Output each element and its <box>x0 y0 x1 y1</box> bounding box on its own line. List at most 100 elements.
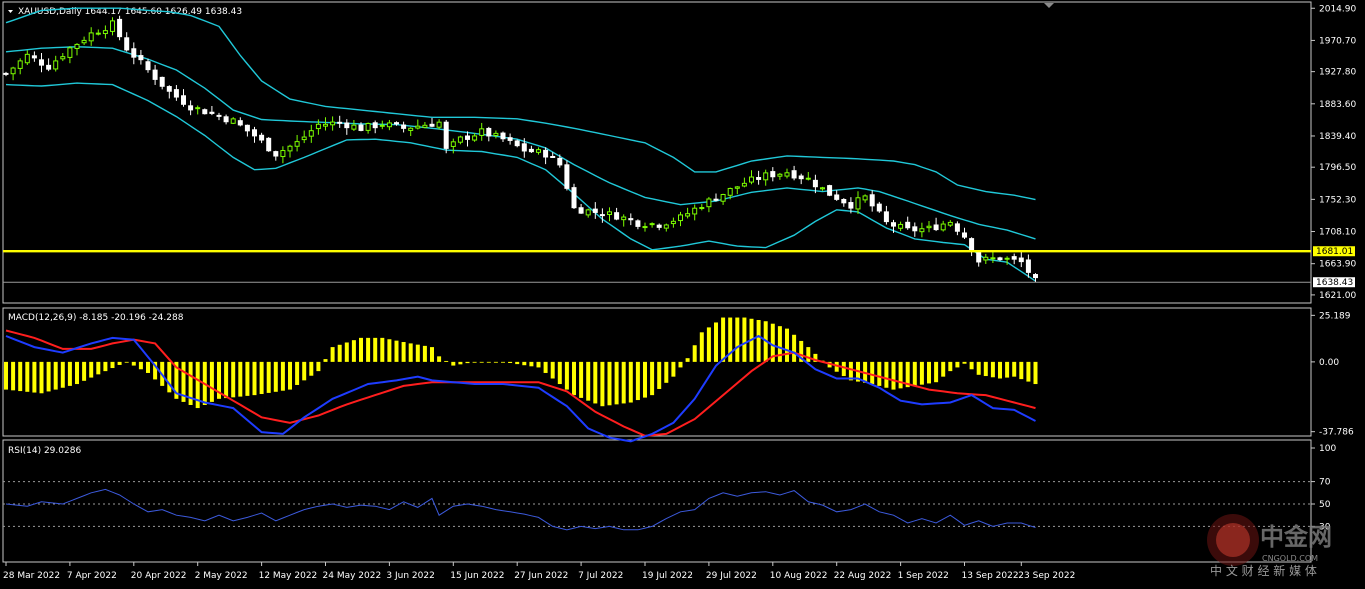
candle-body[interactable] <box>88 32 94 42</box>
candle-body[interactable] <box>734 186 740 189</box>
candle-body[interactable] <box>607 211 612 215</box>
candle-body[interactable] <box>74 43 80 50</box>
candle-body[interactable] <box>124 37 130 51</box>
candle-body[interactable] <box>876 203 882 212</box>
candle-body[interactable] <box>798 175 804 180</box>
candle-body[interactable] <box>741 182 747 187</box>
candle-body[interactable] <box>294 141 300 147</box>
candle-body[interactable] <box>933 224 939 231</box>
candle-body[interactable] <box>138 55 144 61</box>
candle-body[interactable] <box>301 136 307 141</box>
candle-body[interactable] <box>181 95 186 105</box>
candle-body[interactable] <box>216 114 222 117</box>
candle-body[interactable] <box>465 135 470 140</box>
candle-body[interactable] <box>883 211 889 223</box>
candle-body[interactable] <box>791 170 797 179</box>
candle-body[interactable] <box>536 149 541 153</box>
candle-body[interactable] <box>436 121 442 128</box>
candle-body[interactable] <box>10 67 16 75</box>
candle-body[interactable] <box>145 61 151 71</box>
candle-body[interactable] <box>1018 257 1024 263</box>
candle-body[interactable] <box>39 59 44 66</box>
candle-body[interactable] <box>749 176 754 183</box>
candle-body[interactable] <box>550 155 556 158</box>
candle-body[interactable] <box>812 179 818 188</box>
candle-body[interactable] <box>166 86 172 92</box>
candle-body[interactable] <box>855 197 861 210</box>
candle-body[interactable] <box>727 187 733 196</box>
candle-body[interactable] <box>507 137 513 141</box>
candle-body[interactable] <box>472 135 478 141</box>
candle-body[interactable] <box>308 130 314 137</box>
candle-body[interactable] <box>259 134 265 141</box>
candle-body[interactable] <box>315 123 321 130</box>
candle-body[interactable] <box>450 141 456 147</box>
candle-body[interactable] <box>3 72 9 75</box>
candle-body[interactable] <box>379 124 385 127</box>
candle-body[interactable] <box>31 55 37 59</box>
candle-body[interactable] <box>777 173 783 177</box>
candle-body[interactable] <box>117 18 123 38</box>
candle-body[interactable] <box>230 118 236 124</box>
candle-body[interactable] <box>266 137 272 152</box>
candle-body[interactable] <box>287 145 293 152</box>
candle-body[interactable] <box>422 124 428 128</box>
candle-body[interactable] <box>344 122 350 129</box>
candle-body[interactable] <box>642 226 648 229</box>
candle-body[interactable] <box>763 172 769 181</box>
candle-body[interactable] <box>394 122 399 125</box>
candle-body[interactable] <box>962 232 967 238</box>
candle-body[interactable] <box>493 132 499 136</box>
candle-body[interactable] <box>784 172 790 177</box>
candle-body[interactable] <box>670 220 676 225</box>
candle-body[interactable] <box>408 127 414 131</box>
candle-body[interactable] <box>110 20 115 32</box>
candle-body[interactable] <box>834 194 840 200</box>
candle-body[interactable] <box>685 213 691 217</box>
candle-body[interactable] <box>81 39 87 44</box>
candle-body[interactable] <box>543 149 549 158</box>
candle-body[interactable] <box>152 69 158 80</box>
candle-body[interactable] <box>244 124 250 132</box>
candle-body[interactable] <box>869 194 875 207</box>
candle-body[interactable] <box>926 225 932 229</box>
candle-body[interactable] <box>365 122 371 131</box>
candle-body[interactable] <box>202 109 208 115</box>
candle-body[interactable] <box>273 151 279 157</box>
candle-body[interactable] <box>514 140 520 147</box>
candle-body[interactable] <box>330 121 336 126</box>
candle-body[interactable] <box>443 121 449 149</box>
candle-body[interactable] <box>351 124 357 130</box>
candle-body[interactable] <box>827 185 833 196</box>
candle-body[interactable] <box>24 53 30 64</box>
candle-body[interactable] <box>969 238 975 252</box>
candle-body[interactable] <box>60 56 66 60</box>
candle-body[interactable] <box>599 214 605 217</box>
candle-body[interactable] <box>990 257 996 260</box>
candle-body[interactable] <box>585 209 591 216</box>
candle-body[interactable] <box>862 195 868 201</box>
candle-body[interactable] <box>358 124 364 131</box>
candle-body[interactable] <box>954 223 960 232</box>
candle-body[interactable] <box>663 224 669 229</box>
candle-body[interactable] <box>848 202 854 209</box>
candle-body[interactable] <box>713 198 719 201</box>
candle-body[interactable] <box>386 122 392 128</box>
candle-body[interactable] <box>898 223 904 229</box>
candle-body[interactable] <box>195 107 201 110</box>
candle-body[interactable] <box>891 222 896 227</box>
candle-body[interactable] <box>656 224 662 228</box>
candle-body[interactable] <box>486 127 492 137</box>
candle-body[interactable] <box>614 212 620 220</box>
candle-body[interactable] <box>820 187 825 190</box>
candle-body[interactable] <box>528 148 534 153</box>
candle-body[interactable] <box>564 164 570 189</box>
candle-body[interactable] <box>209 111 215 114</box>
candle-body[interactable] <box>905 221 911 229</box>
candle-body[interactable] <box>479 128 485 136</box>
candle-body[interactable] <box>983 256 989 261</box>
candle-body[interactable] <box>635 220 641 227</box>
candle-body[interactable] <box>940 223 946 231</box>
candle-body[interactable] <box>649 223 655 226</box>
candle-body[interactable] <box>557 157 563 166</box>
